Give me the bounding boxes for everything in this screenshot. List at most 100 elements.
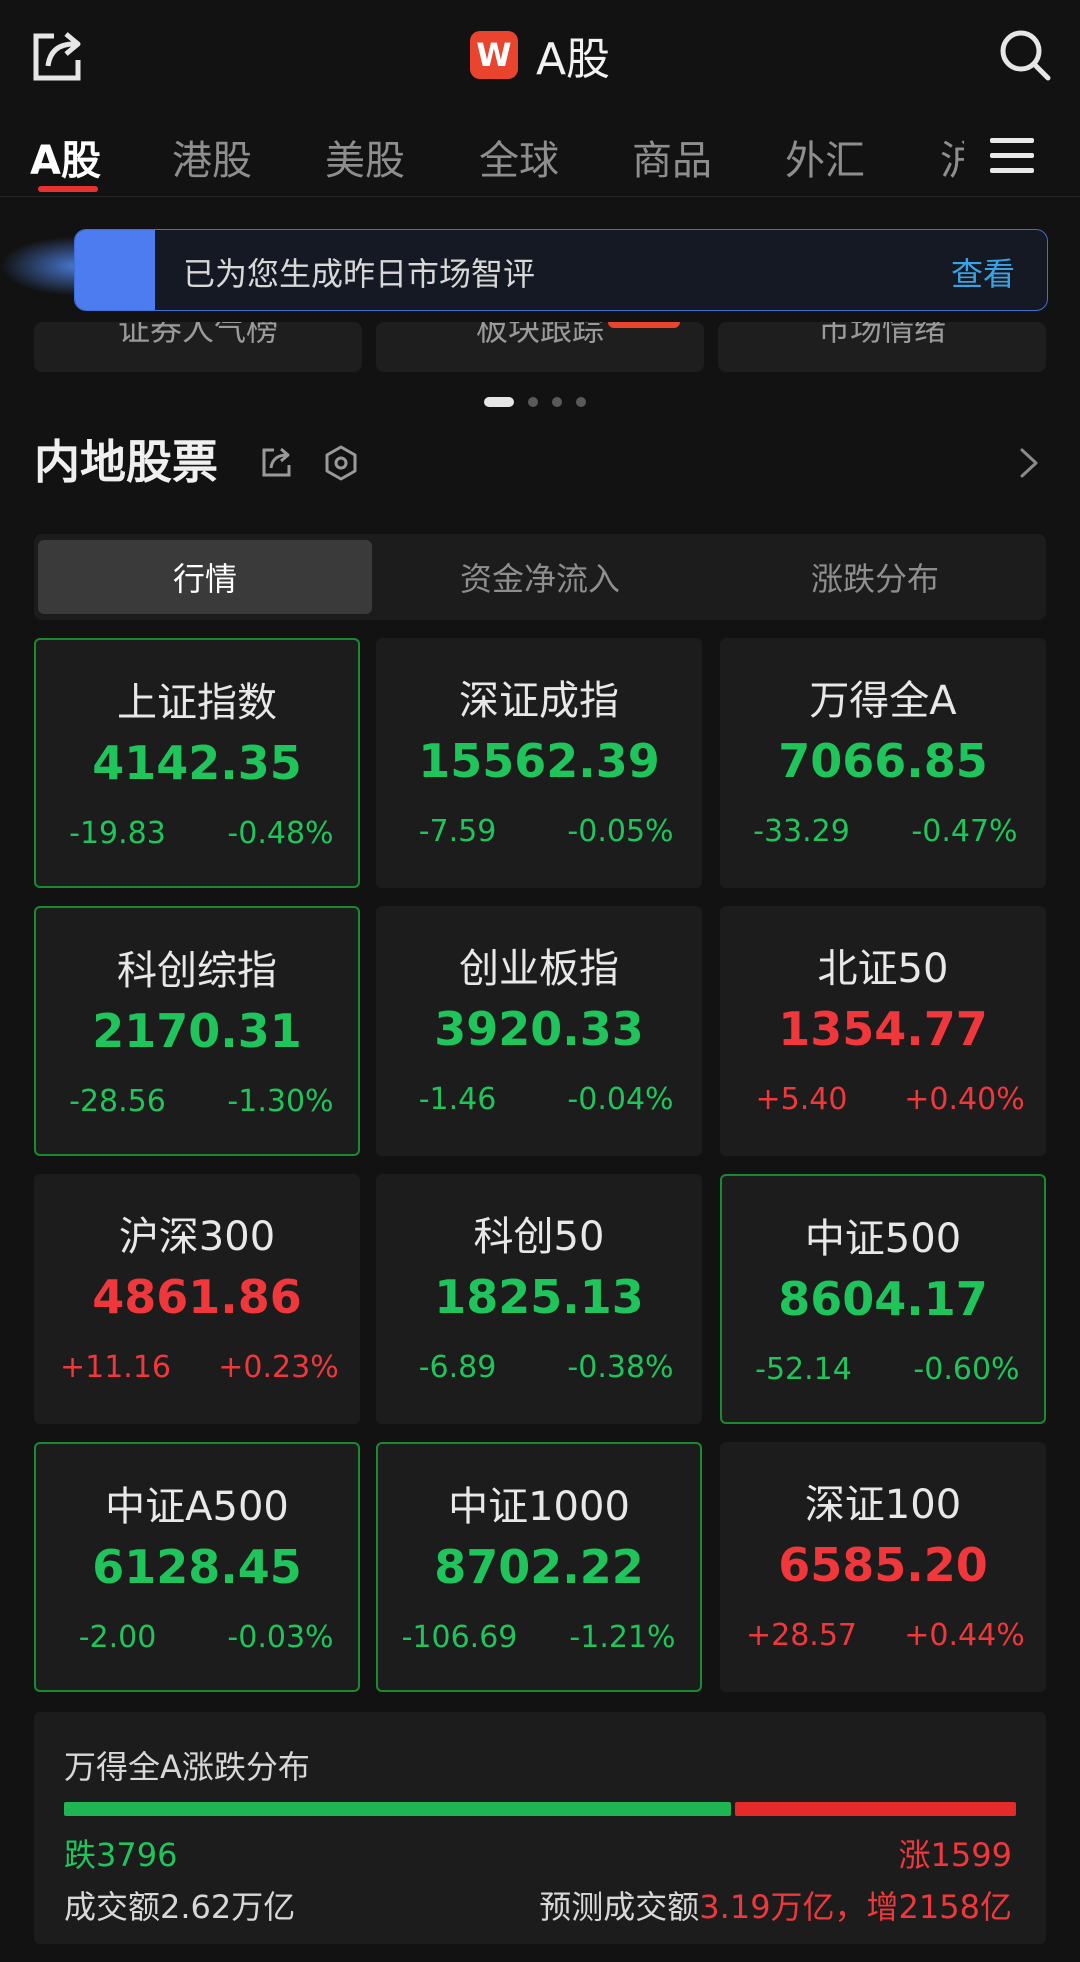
index-price: 4861.86 (92, 1270, 302, 1324)
index-card[interactable]: 万得全A 7066.85 -33.29 -0.47% (720, 638, 1046, 888)
index-card[interactable]: 北证50 1354.77 +5.40 +0.40% (720, 906, 1046, 1156)
index-name: 中证1000 (448, 1484, 630, 1530)
tab-us-stocks[interactable]: 美股 (325, 128, 405, 186)
advancers-bar (735, 1802, 1016, 1816)
index-change-pct: -1.21% (569, 1620, 676, 1655)
index-card[interactable]: 沪深300 4861.86 +11.16 +0.23% (34, 1174, 360, 1424)
index-card[interactable]: 深证成指 15562.39 -7.59 -0.05% (376, 638, 702, 888)
menu-icon[interactable] (990, 138, 1034, 174)
segment-net-inflow[interactable]: 资金净流入 (373, 540, 707, 614)
index-price: 8702.22 (434, 1540, 644, 1594)
section-share-icon[interactable] (260, 445, 294, 479)
index-price: 15562.39 (418, 734, 660, 788)
index-name: 科创综指 (117, 948, 277, 994)
index-change-pct: -0.38% (567, 1350, 674, 1385)
settings-icon[interactable] (322, 444, 360, 482)
index-change-pct: -0.60% (913, 1352, 1020, 1387)
index-name: 万得全A (809, 678, 957, 724)
index-card[interactable]: 科创综指 2170.31 -28.56 -1.30% (34, 906, 360, 1156)
index-change: +11.16 (59, 1350, 172, 1385)
index-name: 深证100 (804, 1482, 962, 1528)
quick-entry-label: 市场情绪 (817, 322, 946, 348)
index-change-pct: -1.30% (227, 1084, 334, 1119)
predicted-turnover: 预测成交额3.19万亿，增2158亿 (539, 1882, 1012, 1928)
index-name: 沪深300 (118, 1214, 276, 1260)
tab-overflow[interactable]: 沪 (940, 128, 964, 186)
top-bar: W A股 (0, 0, 1080, 110)
index-change: +28.57 (745, 1618, 858, 1653)
index-price: 7066.85 (778, 734, 988, 788)
breadth-panel[interactable]: 万得全A涨跌分布 跌3796 涨1599 成交额2.62万亿 预测成交额3.19… (34, 1712, 1046, 1944)
carousel-dot (528, 397, 538, 407)
quick-entry-sentiment[interactable]: 市场情绪 (718, 322, 1046, 372)
tab-commodities[interactable]: 商品 (632, 128, 712, 186)
index-change-pct: -0.04% (567, 1082, 674, 1117)
index-card[interactable]: 科创50 1825.13 -6.89 -0.38% (376, 1174, 702, 1424)
segment-distribution[interactable]: 涨跌分布 (708, 540, 1042, 614)
carousel-dot (576, 397, 586, 407)
index-name: 北证50 (817, 946, 949, 992)
banner-view-link[interactable]: 查看 (951, 249, 1015, 295)
quick-entry-label: 证券人气榜 (117, 322, 278, 348)
index-change: -6.89 (418, 1350, 497, 1385)
index-card[interactable]: 中证1000 8702.22 -106.69 -1.21% (376, 1442, 702, 1692)
index-name: 深证成指 (459, 678, 619, 724)
banner-text: 已为您生成昨日市场智评 (183, 255, 536, 293)
index-change-pct: +0.40% (904, 1082, 1025, 1117)
index-change: -106.69 (401, 1620, 518, 1655)
market-tabs: A股 港股 美股 全球 商品 外汇 沪 (0, 110, 1080, 197)
index-price: 6128.45 (92, 1540, 302, 1594)
index-change-pct: -0.03% (227, 1620, 334, 1655)
segment-quotes[interactable]: 行情 (38, 540, 372, 614)
index-card[interactable]: 中证A500 6128.45 -2.00 -0.03% (34, 1442, 360, 1692)
search-icon[interactable] (998, 28, 1052, 82)
new-badge (608, 322, 680, 328)
quick-entry-sectors[interactable]: 板块跟踪 (376, 322, 704, 372)
ai-summary-banner[interactable]: 已为您生成昨日市场智评 查看 (74, 229, 1048, 311)
decliners-count: 跌3796 (64, 1836, 178, 1874)
index-change-pct: +0.44% (904, 1618, 1025, 1653)
tab-hk-stocks[interactable]: 港股 (172, 128, 252, 186)
page-title: A股 (535, 34, 611, 85)
advancers-count: 涨1599 (898, 1836, 1012, 1874)
index-change-pct: -0.48% (227, 816, 334, 851)
index-card[interactable]: 上证指数 4142.35 -19.83 -0.48% (34, 638, 360, 888)
quick-entry-popular[interactable]: 证券人气榜 (34, 322, 362, 372)
carousel-dot-active (484, 397, 514, 407)
index-change: -1.46 (418, 1082, 497, 1117)
index-change: +5.40 (755, 1082, 848, 1117)
view-segment: 行情 资金净流入 涨跌分布 (34, 534, 1046, 620)
index-price: 1825.13 (434, 1270, 644, 1324)
tab-a-shares[interactable]: A股 (30, 128, 101, 186)
index-price: 8604.17 (778, 1272, 988, 1326)
active-tab-indicator (38, 186, 98, 192)
tab-global[interactable]: 全球 (479, 128, 559, 186)
index-change: -19.83 (69, 816, 166, 851)
index-card[interactable]: 深证100 6585.20 +28.57 +0.44% (720, 1442, 1046, 1692)
index-change: -33.29 (753, 814, 850, 849)
turnover-value: 成交额2.62万亿 (64, 1888, 296, 1926)
index-card[interactable]: 创业板指 3920.33 -1.46 -0.04% (376, 906, 702, 1156)
index-change: -28.56 (69, 1084, 166, 1119)
index-name: 科创50 (473, 1214, 605, 1260)
index-change: -7.59 (418, 814, 497, 849)
banner-accent (75, 230, 155, 310)
index-name: 创业板指 (459, 946, 619, 992)
index-change-pct: +0.23% (218, 1350, 339, 1385)
index-change: -2.00 (78, 1620, 157, 1655)
chevron-right-icon[interactable] (1016, 446, 1042, 480)
page-header: W A股 (0, 24, 1080, 86)
index-price: 6585.20 (778, 1538, 988, 1592)
decliners-bar (64, 1802, 731, 1816)
predicted-value: 3.19万亿，增2158亿 (699, 1888, 1012, 1926)
index-price: 4142.35 (92, 736, 302, 790)
index-price: 1354.77 (778, 1002, 988, 1056)
app-logo: W (469, 31, 518, 79)
breadth-title: 万得全A涨跌分布 (64, 1748, 310, 1786)
index-name: 中证A500 (105, 1484, 289, 1530)
index-change: -52.14 (755, 1352, 852, 1387)
index-card[interactable]: 中证500 8604.17 -52.14 -0.60% (720, 1174, 1046, 1424)
tab-forex[interactable]: 外汇 (785, 128, 865, 186)
predicted-label: 预测成交额 (539, 1888, 700, 1926)
carousel-dot (552, 397, 562, 407)
